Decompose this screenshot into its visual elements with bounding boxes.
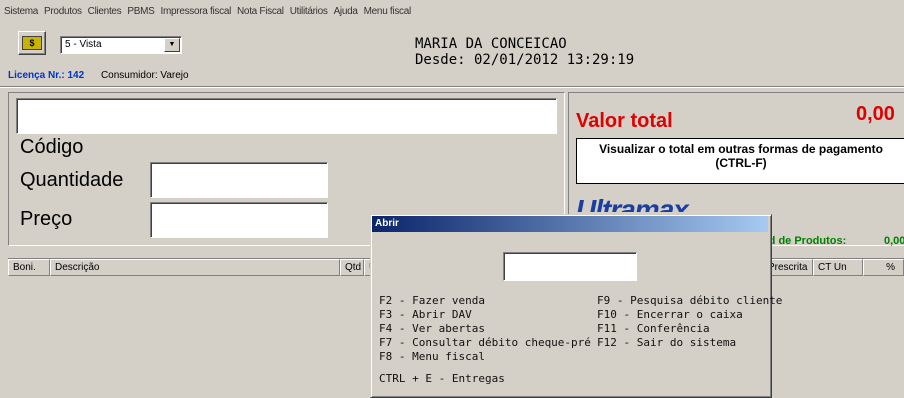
col-qtd[interactable]: Qtd (340, 259, 364, 276)
visualizar-line1: Visualizar o total em outras formas de p… (599, 142, 883, 156)
shortcut-f4[interactable]: F4 - Ver abertas (379, 322, 591, 336)
consumidor-label: Consumidor: Varejo (100, 70, 189, 81)
licenca-label: Licença Nr.: 142 (8, 70, 85, 81)
payment-money-button[interactable]: $ (18, 31, 46, 55)
shortcut-f11[interactable]: F11 - Conferência (597, 322, 782, 336)
shortcut-f2[interactable]: F2 - Fazer venda (379, 294, 591, 308)
cliente-info: MARIA DA CONCEICAO Desde: 02/01/2012 13:… (415, 36, 634, 68)
visualizar-line2: (CTRL-F) (715, 156, 767, 170)
shortcut-f10[interactable]: F10 - Encerrar o caixa (597, 308, 782, 322)
valor-total-label: Valor total (576, 110, 673, 132)
menu-bar: Sistema Produtos Clientes PBMS Impressora fi… (0, 0, 904, 20)
shortcut-f8[interactable]: F8 - Menu fiscal (379, 350, 591, 364)
money-icon: $ (22, 36, 42, 50)
product-search-input[interactable] (16, 98, 557, 134)
dialog-title: Abrir (375, 218, 399, 229)
menu-clientes[interactable]: Clientes (85, 0, 125, 17)
menu-ajuda[interactable]: Ajuda (331, 0, 361, 17)
preco-label: Preço (20, 208, 73, 230)
preco-input[interactable] (150, 202, 328, 238)
licenca-info: Licença Nr.: 142 Consumidor: Varejo (8, 70, 189, 81)
divider (0, 86, 904, 88)
menu-impressora-fiscal[interactable]: Impressora fiscal (158, 0, 234, 17)
visualizar-outras-formas-button[interactable]: Visualizar o total em outras formas de p… (576, 138, 904, 184)
shortcut-f3[interactable]: F3 - Abrir DAV (379, 308, 591, 322)
qtd-produtos-label: td de Produtos: (765, 235, 847, 247)
qtd-produtos-value: 0,00 (884, 235, 904, 247)
menu-menu-fiscal[interactable]: Menu fiscal (361, 0, 414, 17)
col-boni[interactable]: Boni. (8, 259, 50, 276)
menu-utilitarios[interactable]: Utilitários (287, 0, 331, 17)
shortcut-list-left: F2 - Fazer venda F3 - Abrir DAV F4 - Ver… (379, 294, 591, 364)
col-percent[interactable]: % (863, 259, 904, 276)
shortcut-ctrl-e[interactable]: CTRL + E - Entregas (379, 372, 505, 386)
cliente-nome: MARIA DA CONCEICAO (415, 36, 567, 52)
shortcut-f12[interactable]: F12 - Sair do sistema (597, 336, 782, 350)
valor-total-value: 0,00 (856, 103, 895, 125)
col-ct-un[interactable]: CT Un (813, 259, 863, 276)
shortcut-f7[interactable]: F7 - Consultar débito cheque-pré (379, 336, 591, 350)
quantidade-label: Quantidade (20, 169, 124, 191)
shortcut-list-right: F9 - Pesquisa débito cliente F10 - Encer… (597, 294, 782, 350)
menu-pbms[interactable]: PBMS (124, 0, 157, 17)
quantidade-input[interactable] (150, 162, 328, 198)
menu-nota-fiscal[interactable]: Nota Fiscal (234, 0, 287, 17)
menu-sistema[interactable]: Sistema (0, 0, 41, 17)
cliente-desde: Desde: 02/01/2012 13:29:19 (415, 52, 635, 68)
money-icon-symbol: $ (29, 38, 35, 48)
menu-produtos[interactable]: Produtos (41, 0, 85, 17)
ultramax-logo: Ultramax (576, 190, 776, 212)
payment-method-select[interactable]: 5 - Vista ▼ (60, 36, 182, 54)
dialog-titlebar[interactable]: Abrir (372, 216, 768, 232)
payment-method-value: 5 - Vista (65, 39, 102, 50)
shortcut-f9[interactable]: F9 - Pesquisa débito cliente (597, 294, 782, 308)
logo-text: Ultramax (576, 194, 689, 212)
col-descricao[interactable]: Descrição (50, 259, 340, 276)
chevron-down-icon[interactable]: ▼ (164, 38, 180, 52)
dialog-command-input[interactable] (503, 252, 637, 281)
codigo-label: Código (20, 136, 84, 158)
